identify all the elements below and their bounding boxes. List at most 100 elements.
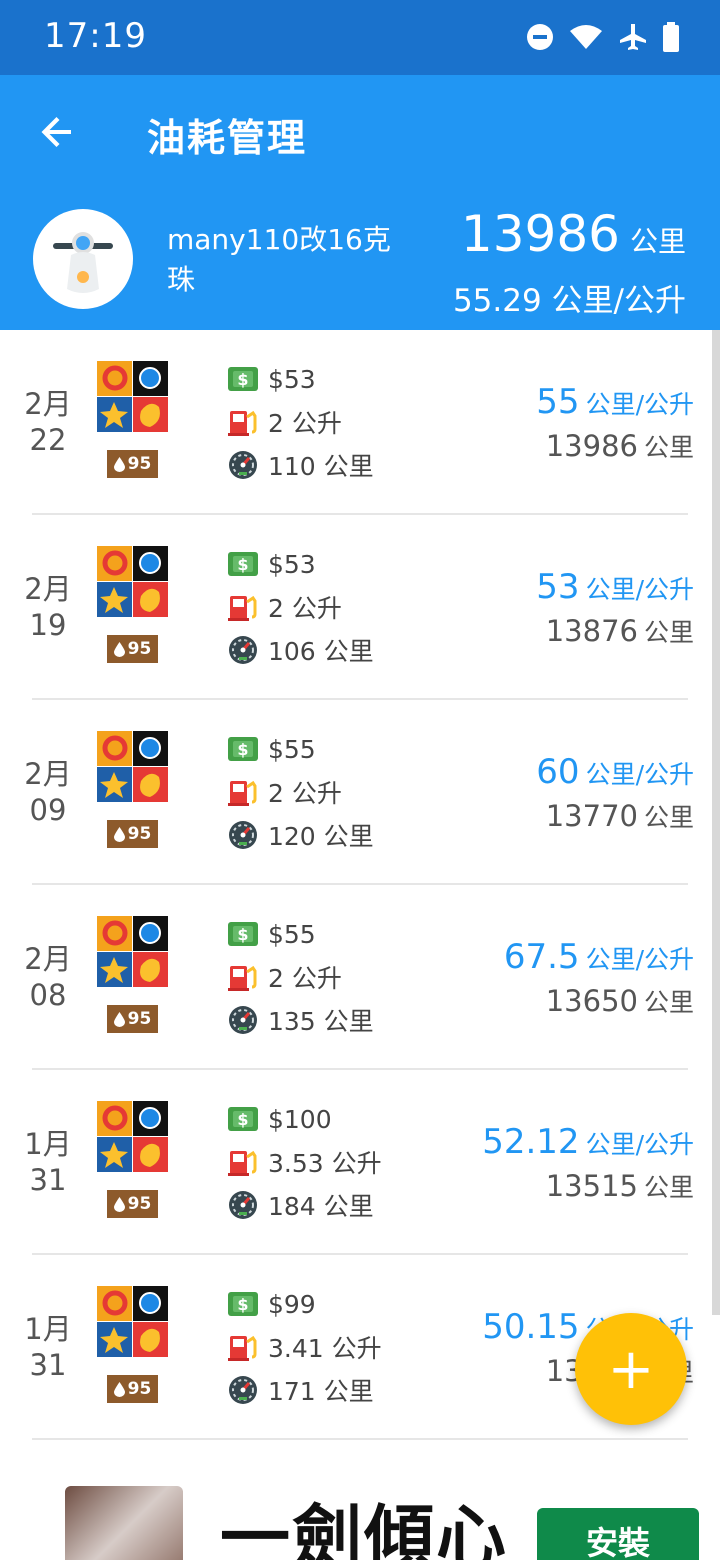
dollar-bill-icon: $: [228, 922, 258, 946]
back-button[interactable]: [28, 103, 86, 161]
record-distance: 106 公里: [228, 633, 374, 667]
fuel-grade-value: 95: [127, 454, 152, 474]
record-cost: $ $100: [228, 1102, 332, 1136]
wifi-icon: [570, 25, 602, 49]
vehicle-avatar[interactable]: [33, 209, 133, 309]
record-month: 1月: [24, 1127, 72, 1161]
record-efficiency-unit: 公里/公升: [585, 575, 694, 604]
record-cost-value: $55: [268, 919, 316, 949]
record-odometer: 13515 公里: [546, 1168, 694, 1204]
fuel-pump-icon: [228, 595, 257, 621]
scrollbar[interactable]: [712, 330, 720, 1315]
record-liters-value: 3.41 公升: [268, 1334, 382, 1363]
svg-text:$: $: [237, 925, 248, 944]
app-bar: 油耗管理 many110改16克珠 13986 公里 55.29 公里/公升: [0, 75, 720, 330]
record-date: 2月 09: [22, 756, 74, 828]
page-title: 油耗管理: [147, 116, 308, 160]
record-distance-value: 120 公里: [268, 822, 374, 851]
drop-icon: [113, 641, 125, 657]
dollar-bill-icon: $: [228, 1292, 258, 1316]
record-cost-value: $53: [268, 549, 316, 579]
record-month: 2月: [24, 942, 72, 976]
fuel-record-list[interactable]: 2月 22 95 $ $53 2 公升 110 公里 55 公里/公升 1398…: [0, 330, 720, 1440]
record-month: 2月: [24, 572, 72, 606]
record-efficiency-unit: 公里/公升: [585, 390, 694, 419]
gas-station-brand-logo: [97, 361, 168, 432]
arrow-left-icon: [41, 117, 71, 147]
fuel-grade-value: 95: [127, 1194, 152, 1214]
record-cost-value: $55: [268, 734, 316, 764]
drop-icon: [113, 826, 125, 842]
dollar-bill-icon: $: [228, 737, 258, 761]
speedometer-icon: [229, 451, 257, 479]
record-liters-value: 2 公升: [268, 779, 342, 808]
record-odometer-value: 13515: [545, 1169, 638, 1203]
divider: [32, 1438, 688, 1440]
record-efficiency-value: 60: [536, 752, 580, 792]
do-not-disturb-icon: [527, 24, 553, 50]
record-odometer-unit: 公里: [643, 803, 694, 832]
record-cost-value: $53: [268, 364, 316, 394]
drop-icon: [113, 1196, 125, 1212]
svg-text:$: $: [237, 1295, 248, 1314]
speedometer-icon: [229, 1191, 257, 1219]
add-record-button[interactable]: +: [575, 1313, 687, 1425]
record-efficiency: 52.12 公里/公升: [482, 1122, 694, 1162]
record-liters-value: 2 公升: [268, 409, 342, 438]
record-month: 2月: [24, 757, 72, 791]
record-distance-value: 106 公里: [268, 637, 374, 666]
status-bar: 17:19: [0, 0, 720, 75]
gas-station-brand-logo: [97, 731, 168, 802]
record-odometer: 13876 公里: [546, 613, 694, 649]
fuel-grade-value: 95: [127, 1009, 152, 1029]
fuel-record-row[interactable]: 2月 19 95 $ $53 2 公升 106 公里 53 公里/公升 1387…: [0, 515, 720, 700]
fuel-record-row[interactable]: 1月 31 95 $ $100 3.53 公升 184 公里 52.12 公里/…: [0, 1070, 720, 1255]
record-liters: 2 公升: [228, 775, 342, 809]
drop-icon: [113, 1011, 125, 1027]
record-efficiency-unit: 公里/公升: [585, 1130, 694, 1159]
fuel-grade-badge: 95: [107, 820, 158, 848]
fuel-pump-icon: [228, 780, 257, 806]
record-cost: $ $99: [228, 1287, 316, 1321]
fuel-record-row[interactable]: 2月 08 95 $ $55 2 公升 135 公里 67.5 公里/公升 13…: [0, 885, 720, 1070]
record-month: 2月: [24, 387, 72, 421]
dollar-bill-icon: $: [228, 367, 258, 391]
fuel-pump-icon: [228, 410, 257, 436]
record-efficiency-value: 50.15: [482, 1307, 580, 1347]
dollar-bill-icon: $: [228, 1107, 258, 1131]
gas-station-brand-logo: [97, 546, 168, 617]
record-odometer-value: 13986: [545, 429, 638, 463]
record-odometer-value: 13876: [545, 614, 638, 648]
ad-banner[interactable]: 一劍傾心 安裝: [0, 1470, 720, 1560]
fuel-pump-icon: [228, 965, 257, 991]
record-date: 2月 19: [22, 571, 74, 643]
scooter-icon: [53, 232, 113, 293]
record-odometer-unit: 公里: [643, 618, 694, 647]
svg-text:$: $: [237, 555, 248, 574]
record-cost: $ $53: [228, 547, 316, 581]
record-date: 1月 31: [22, 1311, 74, 1383]
record-efficiency-unit: 公里/公升: [585, 760, 694, 789]
record-date: 2月 22: [22, 386, 74, 458]
fuel-record-row[interactable]: 2月 09 95 $ $55 2 公升 120 公里 60 公里/公升 1377…: [0, 700, 720, 885]
record-distance: 110 公里: [228, 448, 374, 482]
ad-image[interactable]: [65, 1486, 183, 1560]
fuel-grade-badge: 95: [107, 1005, 158, 1033]
airplane-icon: [620, 24, 646, 50]
gas-station-brand-logo: [97, 1101, 168, 1172]
record-day: 31: [29, 1348, 67, 1382]
fuel-pump-icon: [228, 1150, 257, 1176]
vehicle-name: many110改16克珠: [167, 223, 391, 296]
svg-text:$: $: [237, 370, 248, 389]
record-odometer-unit: 公里: [643, 1173, 694, 1202]
record-efficiency-value: 53: [536, 567, 580, 607]
ad-title: 一劍傾心: [220, 1497, 508, 1560]
svg-text:$: $: [237, 740, 248, 759]
fuel-grade-value: 95: [127, 824, 152, 844]
ad-install-button[interactable]: 安裝: [537, 1508, 699, 1560]
gas-station-brand-logo: [97, 1286, 168, 1357]
fuel-grade-badge: 95: [107, 450, 158, 478]
gas-station-brand-logo: [97, 916, 168, 987]
fuel-record-row[interactable]: 2月 22 95 $ $53 2 公升 110 公里 55 公里/公升 1398…: [0, 330, 720, 515]
record-liters: 3.41 公升: [228, 1330, 382, 1364]
